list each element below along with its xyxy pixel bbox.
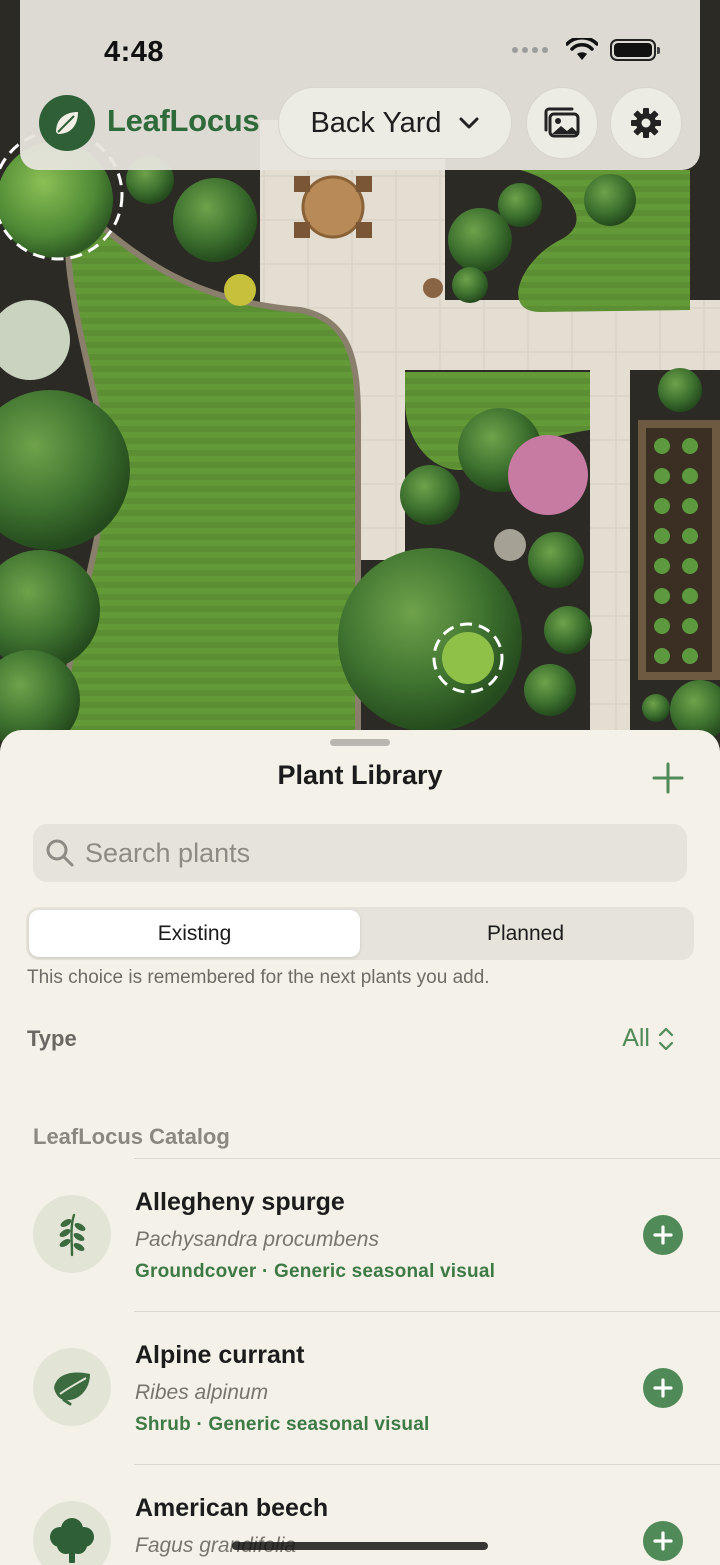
yard-selector-label: Back Yard — [310, 106, 442, 139]
plant-row[interactable]: Allegheny spurge Pachysandra procumbens … — [0, 1158, 720, 1310]
cellular-signal-icon — [512, 47, 548, 53]
add-plant-button[interactable] — [643, 1521, 683, 1561]
type-filter-label: Type — [27, 1026, 77, 1051]
type-filter-value: All — [622, 1024, 650, 1052]
plus-icon — [653, 1378, 673, 1398]
chevron-down-icon — [459, 117, 479, 129]
plus-icon — [653, 1225, 673, 1245]
choice-hint: This choice is remembered for the next p… — [27, 967, 490, 988]
plant-name: Alpine currant — [135, 1341, 305, 1369]
type-filter-picker[interactable]: All — [622, 1024, 674, 1053]
plant-avatar — [33, 1348, 111, 1426]
app-logo — [39, 95, 95, 151]
battery-icon — [610, 39, 660, 61]
status-time: 4:48 — [104, 36, 165, 68]
plant-meta: Shrub · Generic seasonal visual — [135, 1414, 430, 1435]
brand-name: LeafLocus — [107, 103, 260, 138]
plant-name: Allegheny spurge — [135, 1188, 345, 1216]
plant-scientific-name: Ribes alpinum — [135, 1381, 269, 1404]
plant-meta: Groundcover · Generic seasonal visual — [135, 1261, 496, 1282]
sheet-grabber[interactable] — [330, 739, 390, 746]
plus-icon — [653, 1531, 673, 1551]
sheet-title: Plant Library — [277, 760, 443, 790]
add-plant-button[interactable] — [643, 1215, 683, 1255]
photos-icon — [544, 107, 580, 138]
chevron-up-down-icon — [658, 1027, 674, 1050]
search-input[interactable] — [85, 837, 645, 869]
segment-existing[interactable]: Existing — [29, 910, 360, 957]
plant-row[interactable]: Alpine currant Ribes alpinum Shrub · Gen… — [0, 1311, 720, 1463]
yard-selector[interactable]: Back Yard — [278, 87, 512, 159]
row-divider — [134, 1311, 720, 1312]
photos-button[interactable] — [526, 87, 598, 159]
existing-planned-segmented-control: Existing Planned — [26, 907, 694, 960]
segment-planned[interactable]: Planned — [360, 910, 691, 957]
top-header: 4:48 LeafLocus Back Yard — [20, 0, 700, 170]
plant-name: American beech — [135, 1494, 329, 1522]
plant-library-sheet: Plant Library Existing Planned This choi… — [0, 730, 720, 1565]
add-plant-button[interactable] — [643, 1368, 683, 1408]
wifi-icon — [566, 38, 598, 60]
leaf-icon — [56, 112, 78, 134]
row-divider — [134, 1464, 720, 1465]
search-bar[interactable] — [33, 824, 687, 882]
plant-avatar — [33, 1501, 111, 1565]
fern-icon — [59, 1213, 86, 1257]
search-icon — [46, 839, 74, 867]
add-plant-icon[interactable] — [650, 760, 686, 796]
tree-icon — [50, 1518, 94, 1563]
leaf-icon — [54, 1372, 90, 1406]
home-indicator[interactable] — [232, 1542, 488, 1550]
plant-scientific-name: Pachysandra procumbens — [135, 1228, 379, 1251]
plant-avatar — [33, 1195, 111, 1273]
section-header: LeafLocus Catalog — [33, 1124, 230, 1149]
settings-button[interactable] — [610, 87, 682, 159]
row-divider — [134, 1158, 720, 1159]
gear-icon — [631, 108, 661, 138]
status-icons — [512, 38, 660, 62]
